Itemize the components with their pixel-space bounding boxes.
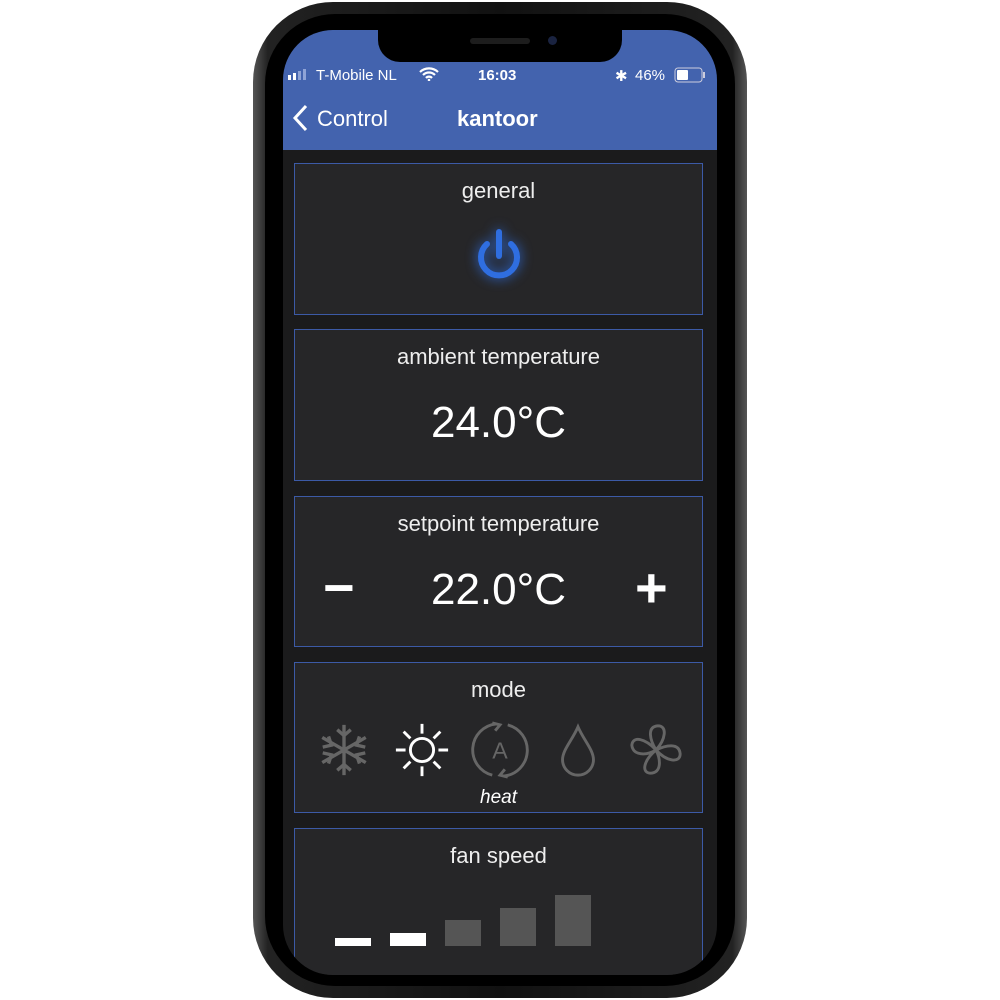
signal-icon <box>287 67 309 84</box>
drop-icon[interactable] <box>549 721 607 779</box>
battery-icon <box>674 67 706 87</box>
fan-icon[interactable] <box>627 721 685 779</box>
general-card: general <box>294 163 703 315</box>
snowflake-icon[interactable] <box>315 721 373 779</box>
back-button[interactable]: Control <box>317 106 388 132</box>
bluetooth-icon: ✱ <box>615 68 628 85</box>
fan-speed-level-2[interactable] <box>390 933 426 946</box>
camera <box>548 36 557 45</box>
fan-speed-card: fan speed <box>294 828 703 975</box>
ambient-value: 24.0°C <box>430 398 566 447</box>
setpoint-card: setpoint temperature 22.0°C − + <box>294 496 703 647</box>
power-icon <box>478 229 520 279</box>
setpoint-title: setpoint temperature <box>397 511 600 536</box>
decrease-button[interactable]: − <box>323 557 355 619</box>
speaker <box>470 38 530 44</box>
fan-speed-level-5[interactable] <box>555 895 591 946</box>
ambient-card: ambient temperature 24.0°C <box>294 329 703 481</box>
mode-selected-label: heat <box>480 787 517 808</box>
mode-title: mode <box>470 677 527 702</box>
wifi-icon <box>419 67 439 85</box>
page-title: kantoor <box>457 106 538 131</box>
fan-speed-title: fan speed <box>450 843 547 868</box>
fan-speed-level-1[interactable] <box>335 938 371 946</box>
mode-card: mode A heat <box>294 662 703 813</box>
notch <box>378 30 622 62</box>
ambient-title: ambient temperature <box>397 344 600 369</box>
carrier: T-Mobile NL <box>316 67 397 84</box>
increase-button[interactable]: + <box>635 555 668 620</box>
fan-speed-level-4[interactable] <box>500 908 536 946</box>
clock: 16:03 <box>478 67 517 84</box>
battery-percent: 46% <box>635 67 666 84</box>
sun-icon[interactable] <box>393 721 451 779</box>
screen: T-Mobile NL 16:03 ✱ 46% Control kantoor … <box>283 30 717 975</box>
fan-speed-level-3[interactable] <box>445 920 481 946</box>
svg-text:A: A <box>492 738 508 764</box>
auto-mode-icon[interactable]: A <box>471 721 529 779</box>
general-title: general <box>461 178 536 203</box>
back-chevron-icon[interactable] <box>291 104 309 138</box>
power-button[interactable] <box>467 224 531 288</box>
